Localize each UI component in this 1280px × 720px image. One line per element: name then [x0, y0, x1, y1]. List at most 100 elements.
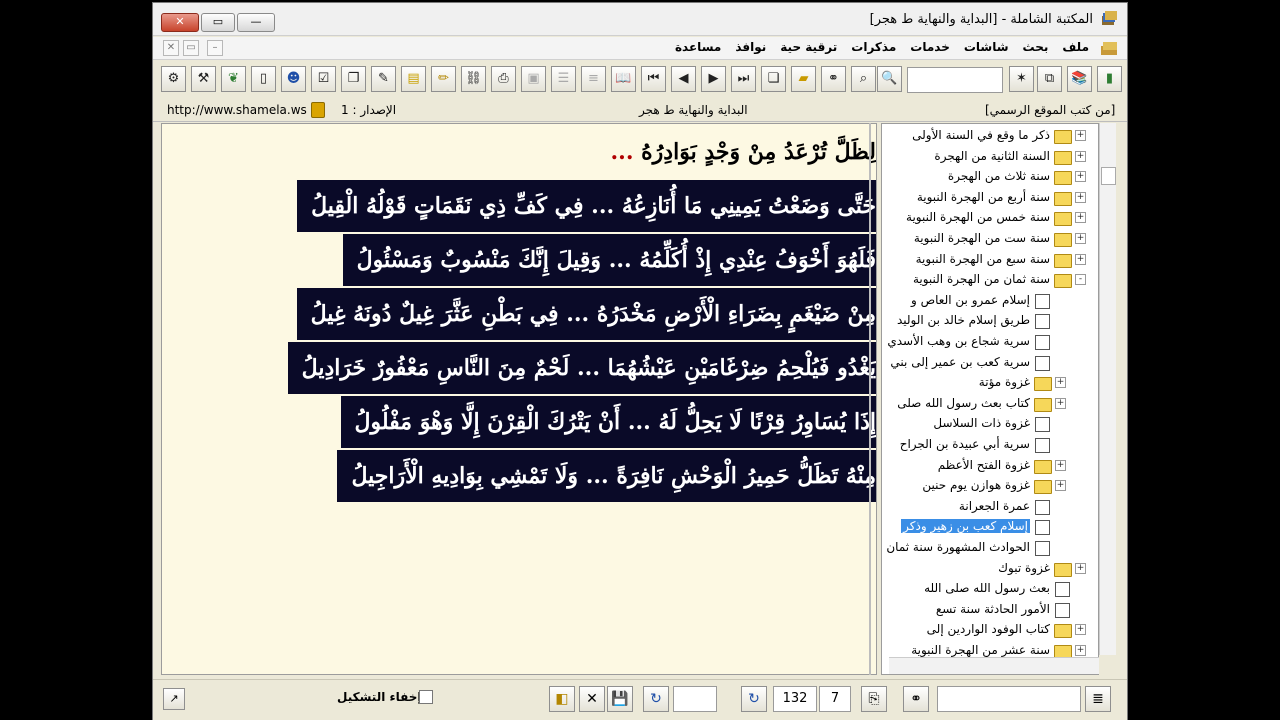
- menu-help[interactable]: مساعدة: [675, 40, 721, 54]
- folder-open-icon[interactable]: ▰: [791, 66, 816, 92]
- expand-toggle[interactable]: +: [1075, 171, 1086, 183]
- settings-icon[interactable]: ⚙: [161, 66, 186, 92]
- tree-item[interactable]: + سنة خمس من الهجرة النبوية: [882, 208, 1098, 228]
- tree-item[interactable]: + غزوة مؤتة: [882, 373, 1098, 393]
- tree-item[interactable]: سرية أبي عبيدة بن الجراح: [882, 435, 1098, 455]
- tree-item[interactable]: إسلام كعب بن زهير وذكر: [882, 517, 1098, 537]
- expand-toggle[interactable]: +: [1075, 191, 1086, 203]
- new-star-icon[interactable]: ✶: [1009, 66, 1034, 92]
- maximize-button[interactable]: ▭: [201, 13, 235, 32]
- tree-item[interactable]: غزوة ذات السلاسل: [882, 414, 1098, 434]
- checklist-icon[interactable]: ☑: [311, 66, 336, 92]
- menu-screens[interactable]: شاشات: [964, 40, 1009, 54]
- go-page-icon[interactable]: ↻: [741, 686, 767, 712]
- tree-item[interactable]: + غزوة الفتح الأعظم: [882, 456, 1098, 476]
- expand-toggle[interactable]: +: [1075, 150, 1086, 162]
- expand-toggle[interactable]: +: [1075, 624, 1086, 636]
- note-field[interactable]: [673, 686, 717, 712]
- part-number-field[interactable]: 7: [819, 686, 851, 712]
- tree-item[interactable]: + كتاب الوفود الواردين إلى: [882, 620, 1098, 640]
- tree-item[interactable]: + غزوة تبوك: [882, 559, 1098, 579]
- books-icon[interactable]: 📚: [1067, 66, 1092, 92]
- find-icon[interactable]: ⚭: [903, 686, 929, 712]
- minimize-button[interactable]: —: [237, 13, 275, 32]
- tools-icon[interactable]: ⚒: [191, 66, 216, 92]
- search-result-icon[interactable]: 🔍: [877, 66, 902, 92]
- tree-item[interactable]: سرية شجاع بن وهب الأسدي: [882, 332, 1098, 352]
- tree-item[interactable]: + سنة أربع من الهجرة النبوية: [882, 188, 1098, 208]
- attach-icon[interactable]: ⎘: [861, 686, 887, 712]
- tree-item[interactable]: - سنة ثمان من الهجرة النبوية: [882, 270, 1098, 290]
- copy-icon[interactable]: ❐: [341, 66, 366, 92]
- expand-toggle[interactable]: +: [1075, 562, 1086, 574]
- expand-toggle[interactable]: +: [1055, 480, 1066, 492]
- notes-icon[interactable]: ✎: [371, 66, 396, 92]
- expand-toggle[interactable]: +: [1055, 459, 1066, 471]
- find-input[interactable]: [937, 686, 1081, 712]
- tree-item[interactable]: بعث رسول الله صلى الله: [882, 579, 1098, 599]
- last-icon[interactable]: ⏭: [731, 66, 756, 92]
- binding-icon[interactable]: ⛓: [461, 66, 486, 92]
- expand-toggle[interactable]: +: [1075, 645, 1086, 656]
- first-icon[interactable]: ⏮: [641, 66, 666, 92]
- tree-item[interactable]: + سنة ست من الهجرة النبوية: [882, 229, 1098, 249]
- expand-toggle[interactable]: +: [1055, 397, 1066, 409]
- next-icon[interactable]: ▶: [701, 66, 726, 92]
- mdi-restore-button[interactable]: ▭: [183, 40, 199, 56]
- people-icon[interactable]: ☻: [281, 66, 306, 92]
- panel-splitter[interactable]: [869, 123, 871, 675]
- mdi-minimize-button[interactable]: –: [207, 40, 223, 56]
- expand-toggle[interactable]: +: [1075, 212, 1086, 224]
- menu-services[interactable]: خدمات: [910, 40, 950, 54]
- expand-toggle[interactable]: +: [1075, 130, 1086, 141]
- eraser-icon[interactable]: ◧: [549, 686, 575, 712]
- menu-live-update[interactable]: ترقية حية: [780, 40, 837, 54]
- expand-toggle[interactable]: +: [1055, 377, 1066, 389]
- table-of-contents-tree[interactable]: + ذكر ما وقع في السنة الأولى + السنة الثاني…: [881, 123, 1099, 675]
- book-icon[interactable]: ▮: [1097, 66, 1122, 92]
- previous-icon[interactable]: ◀: [671, 66, 696, 92]
- tree-horizontal-scrollbar[interactable]: [889, 657, 1099, 674]
- tree-item[interactable]: + سنة سبع من الهجرة النبوية: [882, 250, 1098, 270]
- delete-icon[interactable]: ✕: [579, 686, 605, 712]
- menu-windows[interactable]: نوافذ: [735, 40, 766, 54]
- menu-notes[interactable]: مذكرات: [851, 40, 896, 54]
- book-text-panel[interactable]: لِظَلَّ تُرْعَدُ مِنْ وَجْدٍ بَوَادِرُهُ…: [161, 123, 877, 675]
- tree-item[interactable]: الحوادث المشهورة سنة ثمان: [882, 538, 1098, 558]
- tree-item[interactable]: + كتاب بعث رسول الله صلى: [882, 394, 1098, 414]
- tree-item[interactable]: الأمور الحادثة سنة تسع: [882, 600, 1098, 620]
- text-align-icon[interactable]: ≣: [1085, 686, 1111, 712]
- menu-search[interactable]: بحث: [1023, 40, 1049, 54]
- hide-tashkeel-checkbox[interactable]: [419, 690, 433, 704]
- chart-icon[interactable]: ▤: [401, 66, 426, 92]
- tree-item[interactable]: + غزوة هوازن يوم حنين: [882, 476, 1098, 496]
- close-button[interactable]: ✕: [161, 13, 199, 32]
- mdi-close-button[interactable]: ✕: [163, 40, 179, 56]
- tree-item[interactable]: + ذكر ما وقع في السنة الأولى: [882, 126, 1098, 146]
- menu-file[interactable]: ملف: [1062, 40, 1089, 54]
- open-book-icon[interactable]: 📖: [611, 66, 636, 92]
- layout-icon[interactable]: ⧉: [1037, 66, 1062, 92]
- page-number-field[interactable]: 132: [773, 686, 817, 712]
- expand-toggle[interactable]: +: [1075, 253, 1086, 265]
- tree-item[interactable]: إسلام عمرو بن العاص و: [882, 291, 1098, 311]
- tree-item[interactable]: سرية كعب بن عمير إلى بني: [882, 353, 1098, 373]
- tree-vertical-scrollbar[interactable]: [1099, 123, 1116, 655]
- save-icon[interactable]: 💾: [607, 686, 633, 712]
- new-page-icon[interactable]: ▯: [251, 66, 276, 92]
- tree-item[interactable]: + السنة الثانية من الهجرة: [882, 147, 1098, 167]
- tree-item[interactable]: عمرة الجعرانة: [882, 497, 1098, 517]
- windows-icon[interactable]: ❏: [761, 66, 786, 92]
- save-search-icon[interactable]: ⌕: [851, 66, 876, 92]
- expand-toggle[interactable]: +: [1075, 233, 1086, 244]
- tree-item[interactable]: + سنة ثلاث من الهجرة: [882, 167, 1098, 187]
- expand-toggle[interactable]: -: [1075, 274, 1086, 286]
- quick-search-input[interactable]: [907, 67, 1003, 93]
- tree-item[interactable]: طريق إسلام خالد بن الوليد: [882, 311, 1098, 331]
- scroll-thumb[interactable]: [1101, 167, 1116, 185]
- refresh-icon[interactable]: ↻: [643, 686, 669, 712]
- website-url[interactable]: http://www.shamela.ws: [167, 103, 307, 117]
- pen-icon[interactable]: ✏: [431, 66, 456, 92]
- export-icon[interactable]: ↗: [163, 688, 185, 710]
- print-icon[interactable]: ⎙: [491, 66, 516, 92]
